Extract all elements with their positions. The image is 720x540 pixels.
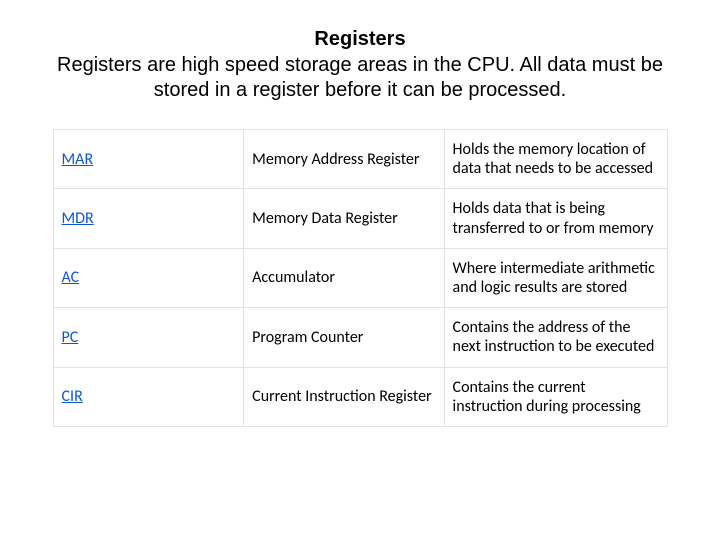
register-name: Program Counter bbox=[244, 308, 444, 367]
register-abbr-link[interactable]: MDR bbox=[62, 209, 94, 228]
register-abbr-link[interactable]: CIR bbox=[62, 387, 83, 406]
subtitle-line-2: stored in a register before it can be pr… bbox=[154, 79, 566, 101]
table-row: AC Accumulator Where intermediate arithm… bbox=[53, 248, 667, 307]
register-abbr-link[interactable]: AC bbox=[62, 268, 80, 287]
table-row: PC Program Counter Contains the address … bbox=[53, 308, 667, 367]
register-desc: Where intermediate arithmetic and logic … bbox=[444, 248, 667, 307]
table-row: MDR Memory Data Register Holds data that… bbox=[53, 189, 667, 248]
register-desc: Contains the current instruction during … bbox=[444, 367, 667, 426]
heading-subtitle: Registers are high speed storage areas i… bbox=[44, 53, 676, 103]
register-desc: Holds the memory location of data that n… bbox=[444, 130, 667, 189]
register-name: Memory Address Register bbox=[244, 130, 444, 189]
slide: Registers Registers are high speed stora… bbox=[0, 0, 720, 427]
register-abbr-link[interactable]: MAR bbox=[62, 150, 94, 169]
table-row: CIR Current Instruction Register Contain… bbox=[53, 367, 667, 426]
register-desc: Holds data that is being transferred to … bbox=[444, 189, 667, 248]
register-abbr-link[interactable]: PC bbox=[62, 328, 79, 347]
heading-title: Registers bbox=[44, 28, 676, 51]
subtitle-line-1: Registers are high speed storage areas i… bbox=[57, 54, 663, 76]
register-name: Current Instruction Register bbox=[244, 367, 444, 426]
register-name: Memory Data Register bbox=[244, 189, 444, 248]
register-desc: Contains the address of the next instruc… bbox=[444, 308, 667, 367]
table-row: MAR Memory Address Register Holds the me… bbox=[53, 130, 667, 189]
register-name: Accumulator bbox=[244, 248, 444, 307]
registers-table: MAR Memory Address Register Holds the me… bbox=[53, 129, 668, 427]
